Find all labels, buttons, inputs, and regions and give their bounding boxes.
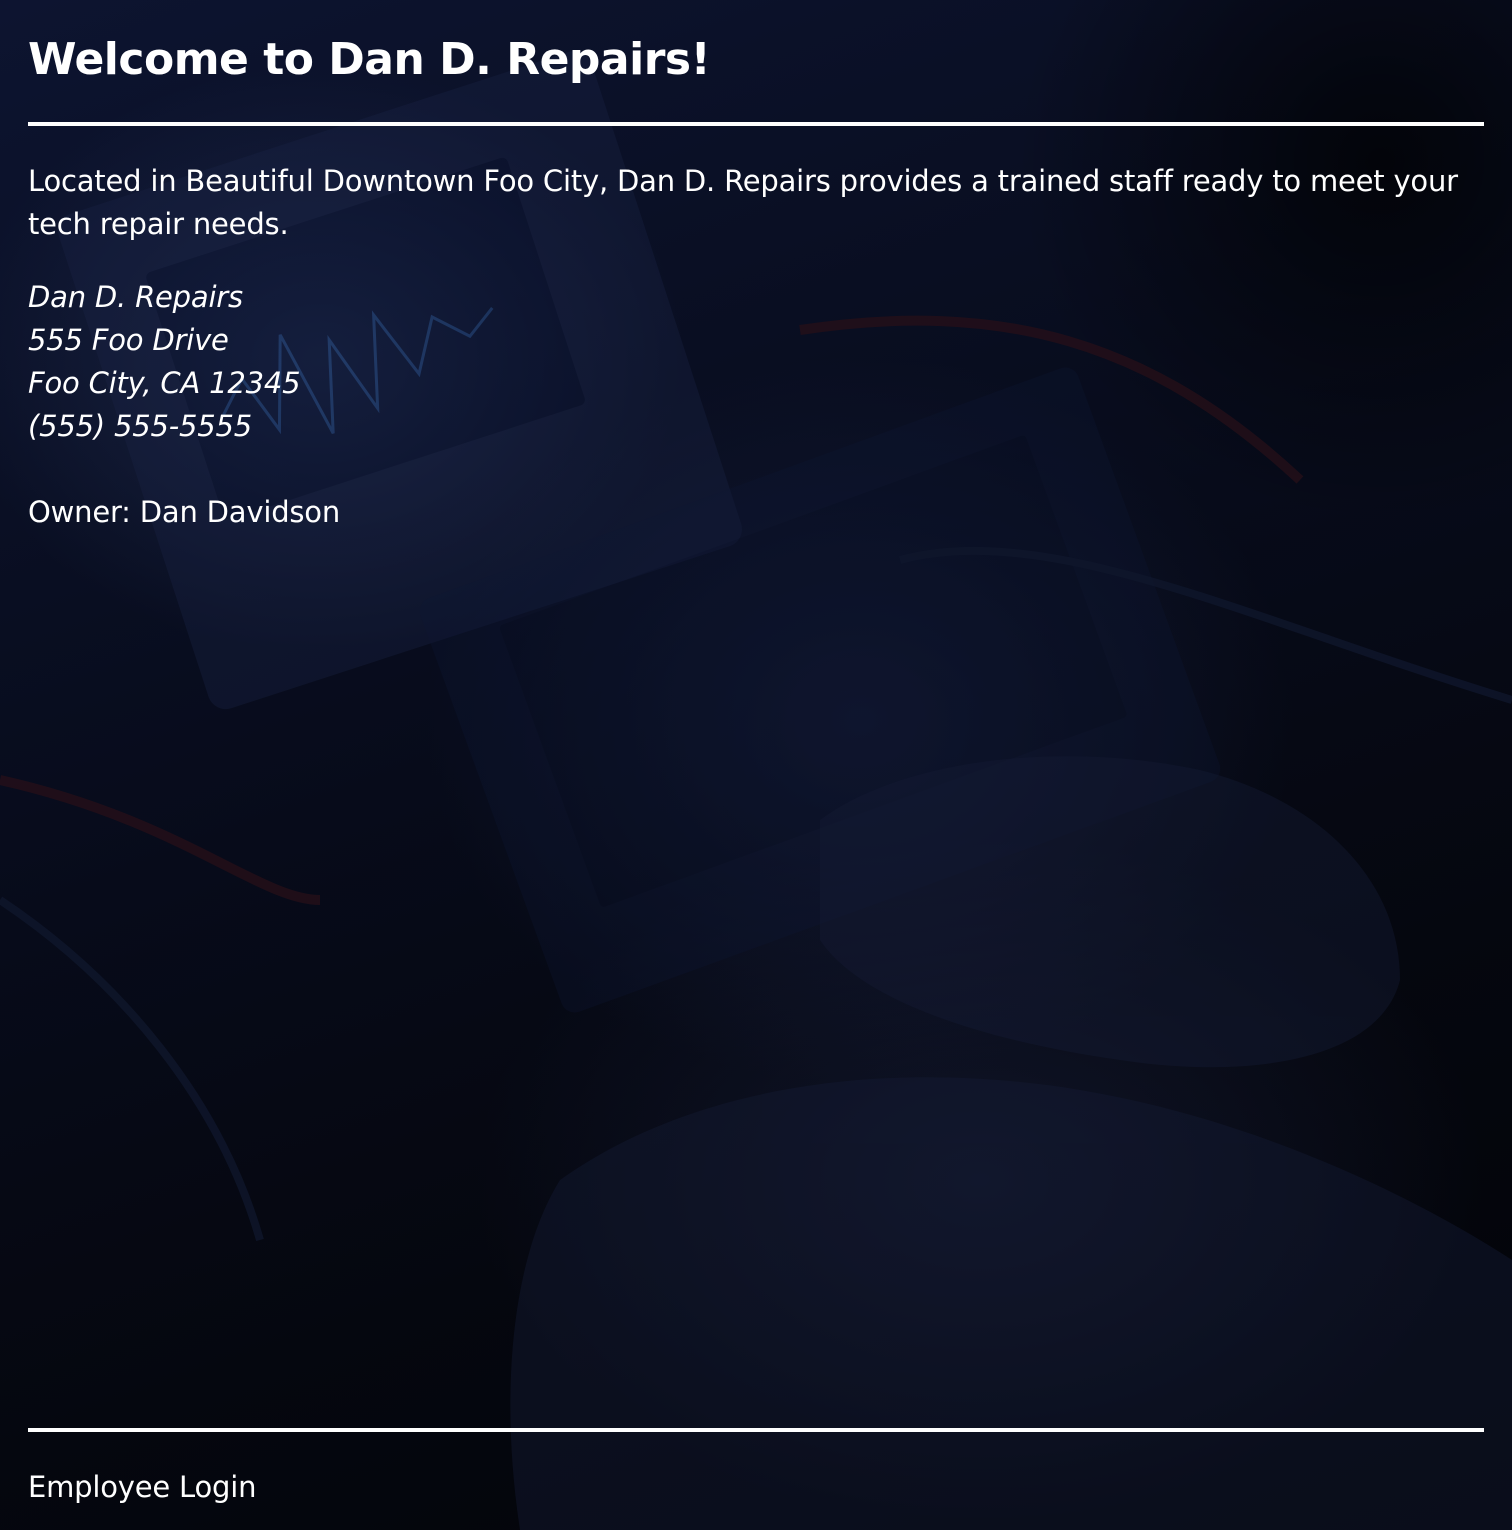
business-address: Dan D. Repairs 555 Foo Drive Foo City, C… [28, 276, 1484, 448]
page-footer: Employee Login [28, 1428, 1484, 1509]
header-divider [28, 122, 1484, 126]
business-name: Dan D. Repairs [28, 280, 243, 314]
street-address: 555 Foo Drive [28, 323, 229, 357]
main-content: Welcome to Dan D. Repairs! Located in Be… [0, 0, 1512, 1530]
footer-divider [28, 1428, 1484, 1432]
page-title: Welcome to Dan D. Repairs! [28, 34, 711, 85]
city-state-zip: Foo City, CA 12345 [28, 366, 301, 400]
phone-number: (555) 555-5555 [28, 409, 253, 443]
intro-text: Located in Beautiful Downtown Foo City, … [28, 164, 1458, 241]
owner-text: Owner: Dan Davidson [28, 495, 341, 529]
employee-login-link[interactable]: Employee Login [28, 1466, 256, 1509]
